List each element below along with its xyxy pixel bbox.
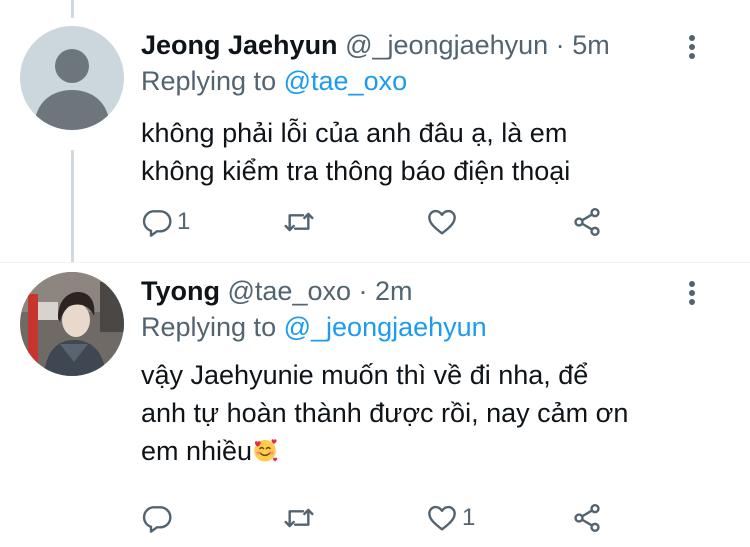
separator-dot: · [555,30,565,60]
timestamp[interactable]: 2m [375,276,413,306]
profile-photo-icon [20,272,124,376]
mention-link[interactable]: @tae_oxo [284,66,408,96]
reply-count: 1 [177,208,191,235]
reply-button[interactable]: 1 [141,202,190,242]
replying-to: Replying to @_jeongjaehyun [141,310,720,344]
tweet-text: vậy Jaehyunie muốn thì về đi nha, để anh… [141,356,720,470]
retweet-icon [284,508,314,528]
like-button[interactable]: 1 [426,498,475,538]
heart-icon [428,505,456,531]
tweet[interactable]: Tyong @tae_oxo · 2m Replying to @_jeongj… [0,262,750,547]
avatar[interactable] [20,272,124,376]
user-handle[interactable]: @tae_oxo [228,276,352,306]
tweet-text-line: anh tự hoàn thành được rồi, nay cảm ơn [141,398,629,428]
share-icon [574,208,600,236]
display-name[interactable]: Tyong [141,276,220,306]
reply-button[interactable] [141,498,177,538]
reply-icon [142,506,172,533]
like-button[interactable] [426,202,462,242]
retweet-button[interactable] [283,498,319,538]
separator-dot: · [358,276,368,306]
reply-icon [142,210,172,237]
replying-to-label: Replying to [141,66,277,96]
tweet-text-line: vậy Jaehyunie muốn thì về đi nha, để [141,360,589,390]
avatar[interactable] [20,26,124,130]
timestamp[interactable]: 5m [572,30,610,60]
tweet-actions: 1 [141,202,611,242]
tweet-content: Tyong @tae_oxo · 2m Replying to @_jeongj… [141,274,720,470]
share-button[interactable] [571,202,603,242]
user-handle[interactable]: @_jeongjaehyun [345,30,548,60]
display-name[interactable]: Jeong Jaehyun [141,30,338,60]
tweet-text-line: không kiểm tra thông báo điện thoại [141,156,571,186]
more-vertical-icon[interactable] [682,278,702,308]
replying-to: Replying to @tae_oxo [141,64,720,98]
tweet-text-line: không phải lỗi của anh đâu ạ, là em [141,118,568,148]
tweet-text-fragment: em nhiều [141,436,253,466]
tweet-content: Jeong Jaehyun @_jeongjaehyun · 5m Replyi… [141,28,720,190]
mention-link[interactable]: @_jeongjaehyun [284,312,487,342]
more-vertical-icon[interactable] [682,32,702,62]
tweet-header: Tyong @tae_oxo · 2m [141,274,720,308]
tweet-actions: 1 [141,498,611,538]
share-button[interactable] [571,498,603,538]
tweet-text: không phải lỗi của anh đâu ạ, là em khôn… [141,114,720,190]
smiling-face-with-hearts-icon [254,439,278,462]
tweet[interactable]: Jeong Jaehyun @_jeongjaehyun · 5m Replyi… [0,0,750,262]
tweet-header: Jeong Jaehyun @_jeongjaehyun · 5m [141,28,720,62]
heart-icon [428,209,456,235]
like-count: 1 [462,504,476,531]
default-profile-avatar-icon [20,26,124,130]
replying-to-label: Replying to [141,312,277,342]
share-icon [574,504,600,532]
retweet-button[interactable] [283,202,319,242]
retweet-icon [284,212,314,232]
tweet-text-line-with-emoji: em nhiều [141,432,720,470]
